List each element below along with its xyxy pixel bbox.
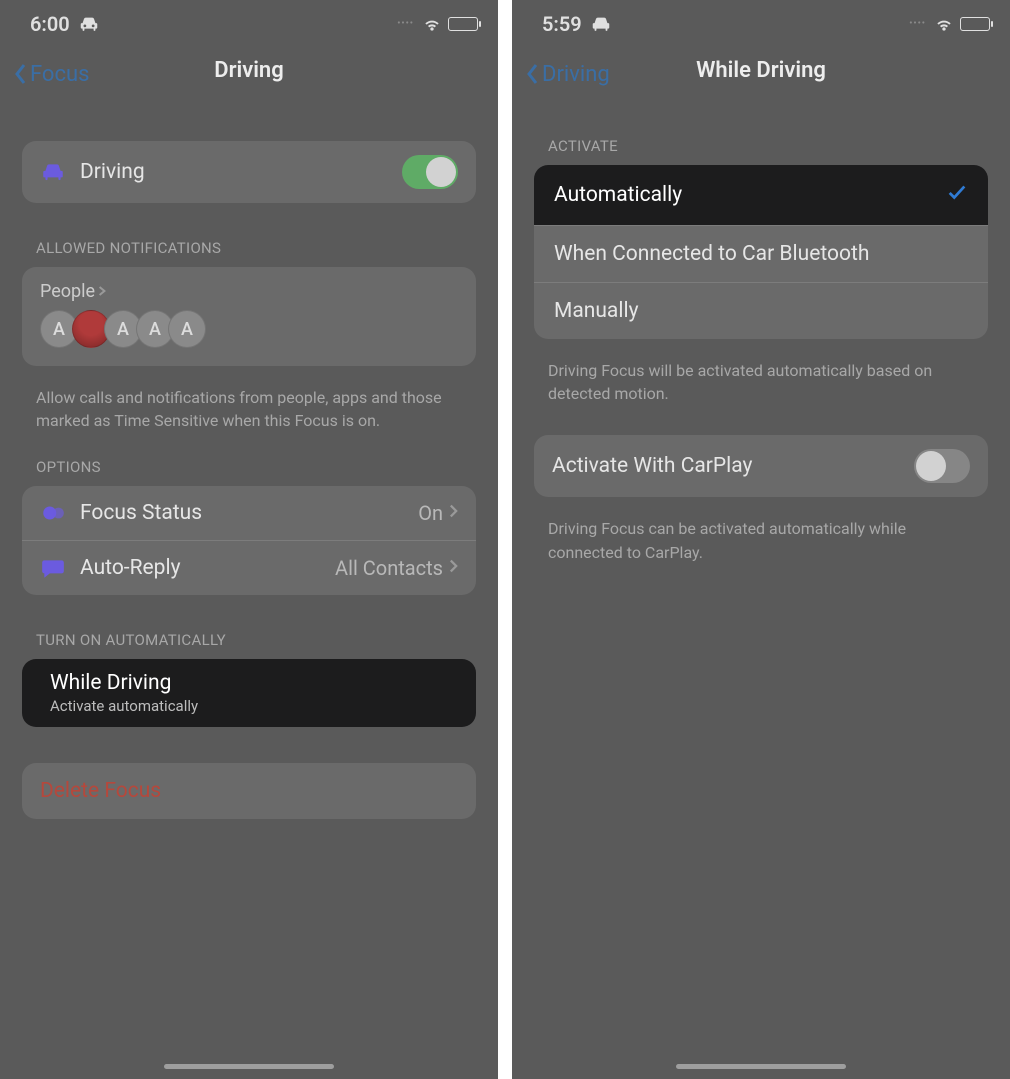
nav-bar: Driving While Driving [512, 42, 1010, 111]
avatar: A [168, 310, 206, 348]
driving-toggle-group: Driving [22, 141, 476, 203]
activate-option-label: Manually [554, 299, 968, 323]
battery-icon [448, 17, 478, 31]
car-icon [40, 159, 72, 185]
wifi-icon [934, 14, 954, 34]
while-driving-sub: Activate automatically [50, 697, 458, 715]
home-indicator[interactable] [676, 1064, 846, 1069]
nav-bar: Focus Driving [0, 42, 498, 111]
auto-reply-value: All Contacts [335, 556, 443, 580]
allowed-header: ALLOWED NOTIFICATIONS [22, 213, 476, 267]
back-button[interactable]: Driving [524, 62, 610, 87]
back-label: Focus [30, 62, 89, 87]
activate-option-label: When Connected to Car Bluetooth [554, 242, 968, 266]
activate-header: ACTIVATE [534, 111, 988, 165]
driving-toggle-row[interactable]: Driving [22, 141, 476, 203]
phone-driving-screen: 6:00 •••• Focus Driving Driving [0, 0, 498, 1079]
more-dots-icon: •••• [909, 19, 926, 29]
options-header: OPTIONS [22, 432, 476, 486]
activate-option-bluetooth[interactable]: When Connected to Car Bluetooth [534, 225, 988, 282]
checkmark-icon [946, 181, 968, 209]
allowed-group: People A A A A [22, 267, 476, 366]
status-bar: 5:59 •••• [512, 0, 1010, 42]
focus-status-value: On [418, 501, 443, 525]
chevron-right-icon [449, 501, 458, 525]
page-title: While Driving [696, 58, 826, 83]
status-time: 5:59 [542, 12, 582, 36]
carplay-toggle[interactable] [914, 449, 970, 483]
chevron-left-icon [12, 62, 28, 86]
people-label: People [40, 281, 95, 302]
activate-group: Automatically When Connected to Car Blue… [534, 165, 988, 339]
focus-status-label: Focus Status [80, 501, 418, 525]
carplay-footer: Driving Focus can be activated automatic… [534, 507, 988, 563]
back-button[interactable]: Focus [12, 62, 89, 87]
chevron-left-icon [524, 62, 540, 86]
carplay-label: Activate With CarPlay [552, 454, 914, 478]
while-driving-row[interactable]: While Driving Activate automatically [22, 659, 476, 727]
driving-label: Driving [80, 160, 402, 184]
activate-option-auto[interactable]: Automatically [534, 165, 988, 225]
back-label: Driving [542, 62, 610, 87]
car-icon [590, 13, 612, 35]
driving-toggle[interactable] [402, 155, 458, 189]
focus-status-icon [40, 500, 72, 526]
while-driving-group: While Driving Activate automatically [22, 659, 476, 727]
auto-header: TURN ON AUTOMATICALLY [22, 605, 476, 659]
delete-group: Delete Focus [22, 763, 476, 819]
allowed-footer: Allow calls and notifications from peopl… [22, 376, 476, 432]
auto-reply-row[interactable]: Auto-Reply All Contacts [22, 540, 476, 595]
avatars: A A A A [40, 310, 458, 348]
chevron-right-icon [449, 556, 458, 580]
home-indicator[interactable] [164, 1064, 334, 1069]
activate-option-label: Automatically [554, 183, 946, 207]
focus-status-row[interactable]: Focus Status On [22, 486, 476, 540]
page-title: Driving [214, 58, 284, 83]
auto-reply-label: Auto-Reply [80, 556, 335, 580]
carplay-group: Activate With CarPlay [534, 435, 988, 497]
people-row[interactable]: People A A A A [22, 267, 476, 366]
while-driving-title: While Driving [50, 671, 458, 695]
activate-option-manual[interactable]: Manually [534, 282, 988, 339]
options-group: Focus Status On Auto-Reply All Contacts [22, 486, 476, 595]
speech-bubble-icon [40, 555, 72, 581]
more-dots-icon: •••• [397, 19, 414, 29]
delete-focus-button[interactable]: Delete Focus [22, 763, 476, 819]
chevron-right-icon [98, 281, 106, 302]
carplay-row[interactable]: Activate With CarPlay [534, 435, 988, 497]
status-time: 6:00 [30, 12, 70, 36]
wifi-icon [422, 14, 442, 34]
car-icon [78, 13, 100, 35]
activate-footer: Driving Focus will be activated automati… [534, 349, 988, 405]
battery-icon [960, 17, 990, 31]
status-bar: 6:00 •••• [0, 0, 498, 42]
phone-while-driving-screen: 5:59 •••• Driving While Driving ACTIVATE… [512, 0, 1010, 1079]
